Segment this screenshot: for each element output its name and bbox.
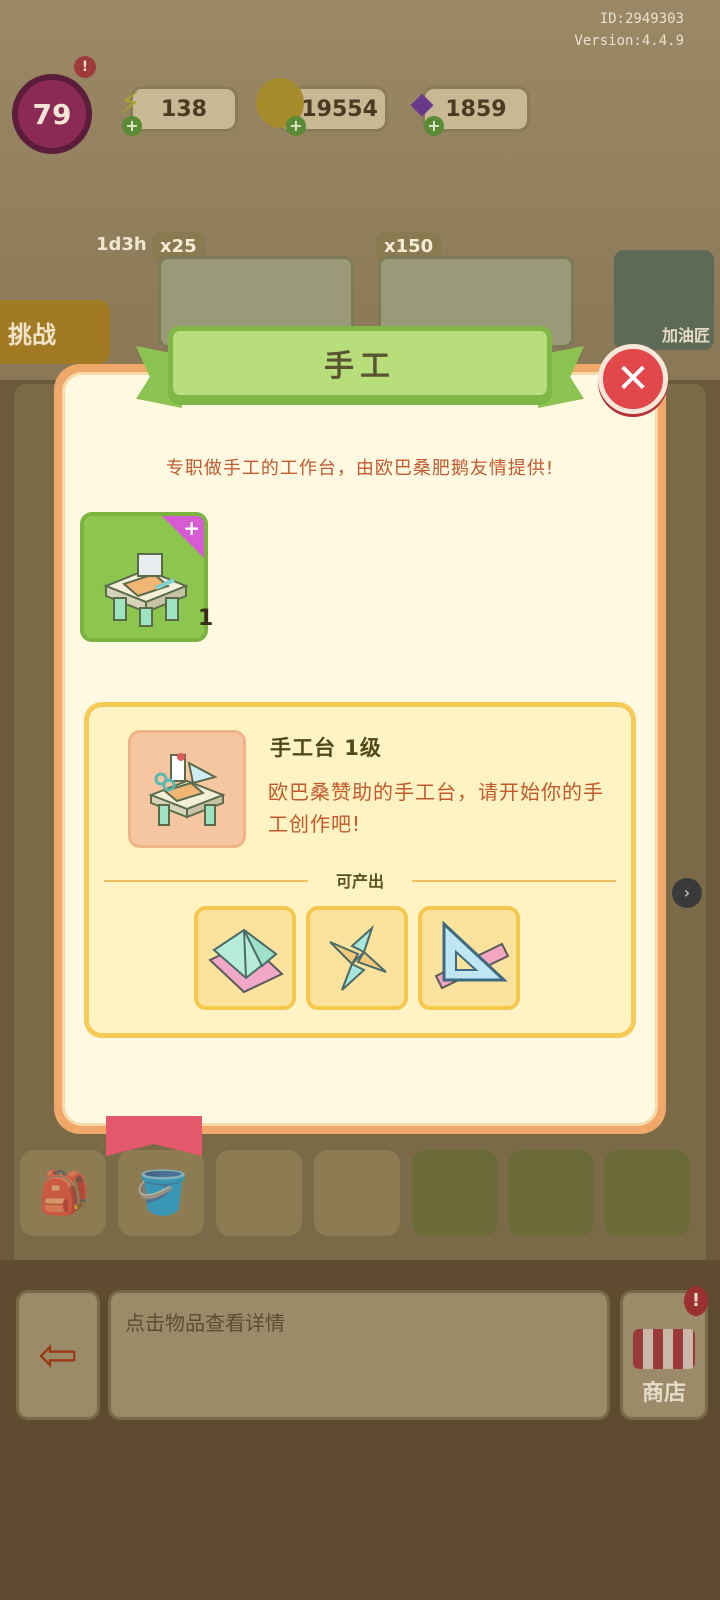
board-slot-bag-3[interactable] <box>604 1150 690 1236</box>
board-slot-bag-1[interactable] <box>412 1150 498 1236</box>
modal-title: 手工 <box>324 349 396 384</box>
modal-title-banner: 手工 <box>168 326 552 400</box>
crafting-table-icon <box>103 553 189 627</box>
side-shop-button[interactable]: 加油匠 <box>614 250 714 350</box>
board-slot-shovel[interactable] <box>314 1150 400 1236</box>
card-thumbnail <box>128 730 246 848</box>
player-level-badge[interactable]: 79 <box>12 74 92 154</box>
challenge-tab[interactable]: 挑战 <box>0 300 110 364</box>
card-title: 手工台 1级 <box>270 736 382 760</box>
quest-timer: 1d3h <box>96 234 147 255</box>
watering-can-icon: 🪣 <box>136 1168 189 1217</box>
challenge-label: 挑战 <box>8 320 56 349</box>
board-slot-hose[interactable] <box>216 1150 302 1236</box>
shop-alert-badge: ! <box>684 1286 708 1316</box>
board-scroll-arrow-icon[interactable]: › <box>672 878 702 908</box>
board-slot-backpack[interactable]: 🎒 <box>20 1150 106 1236</box>
output-label: 可产出 <box>335 872 384 891</box>
shop-label: 商店 <box>641 1381 686 1406</box>
board-slot-watering-can[interactable]: 🪣 <box>118 1150 204 1236</box>
add-energy-icon[interactable]: + <box>122 116 142 136</box>
card-description: 欧巴桑赞助的手工台，请开始你的手工创作吧! <box>268 780 604 836</box>
player-level: 79 <box>32 97 72 131</box>
output-slot-origami[interactable] <box>194 906 296 1010</box>
add-gem-icon[interactable]: + <box>424 116 444 136</box>
output-slot-shuriken[interactable] <box>306 906 408 1010</box>
backpack-icon: 🎒 <box>38 1168 91 1217</box>
info-hint: 点击物品查看详情 <box>125 1311 285 1335</box>
board-slot-bag-2[interactable] <box>508 1150 594 1236</box>
divider-right <box>412 880 616 882</box>
shop-awning-icon <box>633 1329 695 1369</box>
origami-paper-icon <box>208 928 284 994</box>
close-icon: ✕ <box>616 356 650 402</box>
modal-description: 专职做手工的工作台，由欧巴桑肥鹅友情提供! <box>165 458 555 479</box>
side-shop-label: 加油匠 <box>661 326 710 345</box>
item-info-panel: 点击物品查看详情 <box>108 1290 610 1420</box>
triangle-ruler-icon <box>434 920 510 990</box>
close-button[interactable]: ✕ <box>598 344 668 414</box>
paper-shuriken-icon <box>329 924 387 991</box>
exit-arrow-icon: ⇦ <box>37 1327 79 1383</box>
crafting-table-level-icon <box>148 753 226 826</box>
id-version-label: ID:2949303 Version:4.4.9 <box>574 8 684 52</box>
energy-value: 138 <box>161 96 207 122</box>
divider-left <box>104 880 308 882</box>
item-count: 1 <box>198 606 214 631</box>
crafting-table-item[interactable]: + <box>80 512 208 642</box>
exit-button[interactable]: ⇦ <box>16 1290 100 1420</box>
player-id: ID:2949303 <box>599 11 684 27</box>
output-slot-ruler[interactable] <box>418 906 520 1010</box>
add-coin-icon[interactable]: + <box>286 116 306 136</box>
level-alert-badge: ! <box>74 56 96 78</box>
version-label: Version:4.4.9 <box>574 33 684 49</box>
gem-value: 1859 <box>445 96 507 122</box>
